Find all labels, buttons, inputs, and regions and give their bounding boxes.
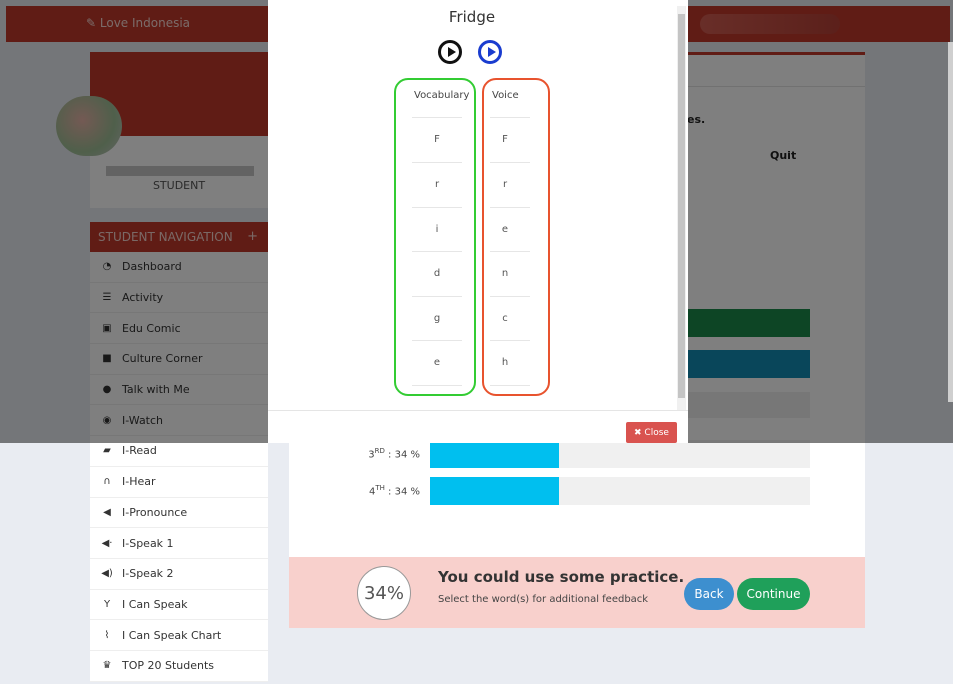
sidebar-item-i-can-speak[interactable]: Y I Can Speak — [90, 589, 268, 621]
page-scrollbar[interactable] — [948, 42, 953, 402]
voice-letter[interactable]: h — [495, 357, 515, 368]
voice-letter[interactable]: F — [495, 134, 515, 145]
sidebar-item-label: I Can Speak — [122, 597, 188, 611]
score-label: 4TH : 34 % — [368, 484, 420, 498]
result-percent-circle: 34% — [357, 566, 411, 620]
voice-column — [482, 78, 550, 396]
vocabulary-letter[interactable]: r — [427, 179, 447, 190]
speaker-low-icon: ◀· — [101, 537, 113, 549]
row-divider — [412, 207, 462, 208]
row-divider — [490, 340, 530, 341]
sidebar-item-label: I-Speak 1 — [122, 536, 174, 550]
sidebar-item-label: I-Speak 2 — [122, 567, 174, 581]
result-subtitle: Select the word(s) for additional feedba… — [438, 594, 649, 605]
score-row: 4TH : 34 % — [330, 477, 810, 505]
row-divider — [412, 251, 462, 252]
vocabulary-letter[interactable]: e — [427, 357, 447, 368]
row-divider — [490, 385, 530, 386]
modal-title: Fridge — [448, 8, 496, 26]
vocabulary-header: Vocabulary — [414, 90, 470, 101]
back-button[interactable]: Back — [684, 578, 734, 610]
score-row: 3RD : 34 % — [330, 440, 810, 468]
speaker-high-icon: ◀) — [101, 568, 113, 580]
modal-footer-divider — [268, 410, 688, 411]
voice-letter[interactable]: r — [495, 179, 515, 190]
row-divider — [490, 162, 530, 163]
row-divider — [412, 162, 462, 163]
vocabulary-letter[interactable]: g — [427, 313, 447, 324]
sidebar-item-label: I Can Speak Chart — [122, 628, 222, 642]
vocabulary-letter[interactable]: d — [427, 268, 447, 279]
row-divider — [412, 340, 462, 341]
voice-letter[interactable]: e — [495, 224, 515, 235]
modal-scrollbar-thumb[interactable] — [678, 14, 685, 398]
line-chart-icon: ⌇ — [104, 629, 110, 641]
play-vocabulary-audio-button[interactable] — [438, 40, 462, 64]
voice-header: Voice — [492, 90, 519, 101]
person-icon: Y — [103, 598, 111, 610]
continue-button[interactable]: Continue — [737, 578, 810, 610]
sidebar-item-i-hear[interactable]: ∩ I-Hear — [90, 466, 268, 498]
vocabulary-letter[interactable]: i — [427, 224, 447, 235]
book-icon: ▰ — [103, 445, 111, 457]
row-divider — [490, 207, 530, 208]
headphones-icon: ∩ — [103, 476, 111, 488]
row-divider — [412, 296, 462, 297]
speaker-off-icon: ◀ — [103, 506, 111, 518]
score-track — [430, 477, 810, 505]
score-label: 3RD : 34 % — [368, 447, 420, 461]
sidebar-item-label: TOP 20 Students — [122, 659, 215, 673]
row-divider — [412, 385, 462, 386]
sidebar-item-top-20-students[interactable]: ♛ TOP 20 Students — [90, 650, 268, 682]
sidebar-item-i-speak-2[interactable]: ◀) I-Speak 2 — [90, 558, 268, 590]
voice-letter[interactable]: n — [495, 268, 515, 279]
play-icon — [488, 47, 496, 57]
vocabulary-column — [394, 78, 476, 396]
sidebar-item-label: I-Read — [122, 444, 157, 458]
play-voice-audio-button[interactable] — [478, 40, 502, 64]
sidebar-item-i-can-speak-chart[interactable]: ⌇ I Can Speak Chart — [90, 620, 268, 651]
result-title: You could use some practice. — [438, 568, 685, 586]
sidebar-item-label: I-Hear — [122, 475, 156, 489]
trophy-icon: ♛ — [102, 660, 112, 672]
row-divider — [490, 251, 530, 252]
vocabulary-letter[interactable]: F — [427, 134, 447, 145]
row-divider — [490, 296, 530, 297]
voice-letter[interactable]: c — [495, 313, 515, 324]
sidebar-item-label: I-Pronounce — [122, 505, 188, 519]
score-fill — [430, 440, 560, 468]
row-divider — [412, 117, 462, 118]
sidebar-item-i-speak-1[interactable]: ◀· I-Speak 1 — [90, 528, 268, 559]
feedback-modal: Fr i d g e — [268, 0, 688, 443]
score-fill — [430, 477, 560, 505]
row-divider — [490, 117, 530, 118]
play-icon — [448, 47, 456, 57]
sidebar-item-i-pronounce[interactable]: ◀ I-Pronounce — [90, 497, 268, 529]
close-button[interactable]: ✖ Close — [626, 422, 677, 443]
score-track — [430, 440, 810, 468]
